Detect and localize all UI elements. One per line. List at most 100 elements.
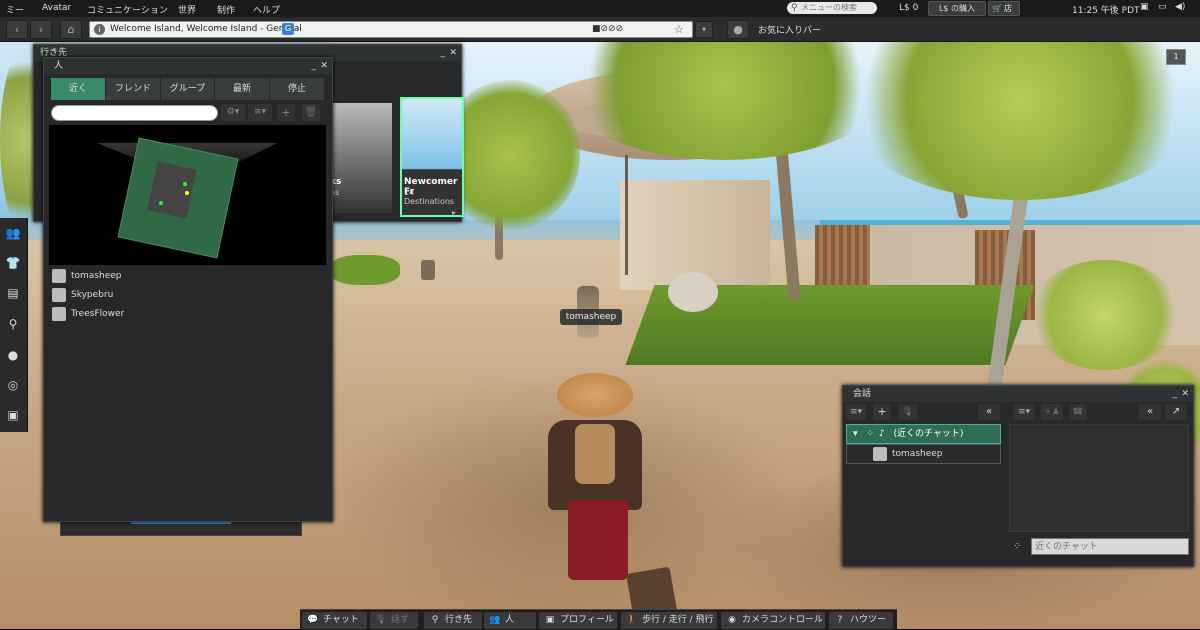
conversations-title: 会話 [853,389,872,399]
call-icon[interactable]: ☎ [1069,404,1087,420]
camera-icon[interactable]: ▣ [1140,2,1149,12]
snapshot-icon[interactable]: ▣ [3,404,23,426]
trash-icon[interactable]: 🗑 [302,104,320,121]
location-dropdown-button[interactable]: ▾ [695,21,713,38]
people-count-button[interactable]: 1 [1166,49,1186,65]
triangle-down-icon: ▾ [853,429,858,439]
forward-button[interactable]: › [30,20,52,39]
minimize-icon[interactable]: _ [441,45,446,61]
menu-search-field[interactable]: ⚲ メニューの検索 [787,2,877,14]
location-text: Welcome Island, Welcome Island - General [110,24,302,34]
menu-me[interactable]: ミー [6,3,24,16]
options-menu-icon[interactable]: ≡▾ [846,404,866,420]
chat-button[interactable]: 💬 チャット [302,612,367,629]
avatar-dot [159,201,163,205]
inventory-icon[interactable]: ▤ [3,282,23,304]
profile-label: プロフィール [560,615,614,625]
buy-lindens-button[interactable]: L$ の購入 [928,1,986,16]
info-icon[interactable]: i [94,24,105,35]
camera-controls-button[interactable]: ◉ カメラコントロール [721,612,825,629]
people-icon[interactable]: 👥 [3,222,23,244]
collapse-chat-icon[interactable]: « [1139,404,1161,420]
close-icon[interactable]: ✕ [320,58,328,74]
add-conversation-icon[interactable]: + [873,404,891,420]
list-item[interactable]: tomasheep [52,268,122,285]
shop-label: 店 [1003,4,1012,13]
chat-label: チャット [323,615,359,625]
tab-friends[interactable]: フレンド [106,78,160,100]
howto-button[interactable]: ? ハウツー [829,612,893,629]
minimize-icon[interactable]: _ [1173,386,1178,402]
tear-off-icon[interactable]: ↗ [1165,404,1187,420]
tab-groups[interactable]: グループ [161,78,214,100]
scroll-right-icon[interactable]: ▸ [452,208,456,217]
bush [1030,260,1180,370]
people-search-input[interactable] [51,105,218,121]
profile-button[interactable]: ▣ プロフィール [539,612,617,629]
home-button[interactable]: ⌂ [60,20,82,39]
location-pin-button[interactable]: ● [727,20,749,39]
tab-blocked[interactable]: 停止 [270,78,324,100]
gear-icon[interactable]: ⚙▾ [221,104,245,121]
lamp-post [625,155,628,275]
back-button[interactable]: ‹ [6,20,28,39]
destination-card-image[interactable] [332,103,392,213]
person-name: TreesFlower [71,309,125,319]
appearance-icon[interactable]: 👕 [3,252,23,274]
shop-button[interactable]: 🛒 店 [988,1,1020,16]
people-button[interactable]: 👥 人 [484,612,536,629]
tab-recent[interactable]: 最新 [215,78,269,100]
close-icon[interactable]: ✕ [1181,386,1189,402]
menu-avatar[interactable]: Avatar [42,3,71,13]
nearby-minimap[interactable] [49,125,326,265]
voice-dots-icon[interactable]: ⁘ [1013,541,1021,552]
chat-options-icon[interactable]: ≡▾ [1013,404,1035,420]
list-item[interactable]: Skypebru [52,287,113,304]
destinations-button[interactable]: ⚲ 行き先 [424,612,482,629]
people-title-bar: 人 _ ✕ [44,58,332,74]
add-friend-icon[interactable]: + [277,104,295,121]
add-participant-icon[interactable]: +♟ [1041,404,1063,420]
nearby-chat-group[interactable]: ▾ ⁘ ♪ (近くのチャット) [846,424,1001,444]
tab-nearby[interactable]: 近く [51,78,105,100]
menu-world[interactable]: 世界 [178,3,196,16]
sort-menu-icon[interactable]: ≡▾ [248,104,272,121]
speak-button[interactable]: 🎙 話す [370,612,418,629]
group-label: (近くのチャット) [893,429,964,439]
person-name: Skypebru [71,290,114,300]
volume-icon[interactable]: ◀) [1175,2,1185,12]
move-button[interactable]: 🚶 歩行 / 走行 / 飛行 [621,612,717,629]
menu-build[interactable]: 制作 [217,3,235,16]
collapse-left-icon[interactable]: « [978,404,1000,420]
star-icon[interactable]: ☆ [674,22,684,37]
radar-icon[interactable]: ◎ [3,374,23,396]
search-icon[interactable]: ⚲ [3,313,23,335]
places-icon[interactable]: ● [3,344,23,366]
walking-icon: 🚶 [626,615,638,625]
cart-icon: 🛒 [992,4,1002,13]
balance-label: L$ 0 [899,3,919,13]
menu-help[interactable]: ヘルプ [253,3,280,16]
list-item[interactable]: tomasheep [846,444,1001,464]
location-input[interactable]: i Welcome Island, Welcome Island - Gener… [89,21,693,38]
minimize-icon[interactable]: _ [312,58,317,74]
menu-communication[interactable]: コミュニケーション [87,3,168,16]
microphone-icon: 🎙 [375,615,387,625]
eye-icon: ◉ [728,615,736,625]
microphone-icon[interactable]: 🎙 [899,404,917,420]
close-icon[interactable]: ✕ [449,45,457,61]
list-item[interactable]: TreesFlower [52,306,124,323]
search-icon: ⚲ [791,3,798,13]
person-name: tomasheep [71,271,122,281]
avatar-hat [557,373,633,417]
left-toolbar: 👥 👕 ▤ ⚲ ● ◎ ▣ [0,218,28,432]
move-label: 歩行 / 走行 / 飛行 [642,615,714,625]
nearby-chat-input[interactable] [1031,538,1189,555]
newcomer-card-subtitle: 14 Destinations [404,188,455,206]
favorites-bar-label[interactable]: お気に入りバー [758,23,821,36]
monitor-icon[interactable]: ▭ [1158,2,1167,12]
people-title: 人 [54,61,64,71]
self-dot [185,191,189,195]
avatar-nametag: tomasheep [560,309,622,325]
destinations-label: 行き先 [445,615,473,625]
